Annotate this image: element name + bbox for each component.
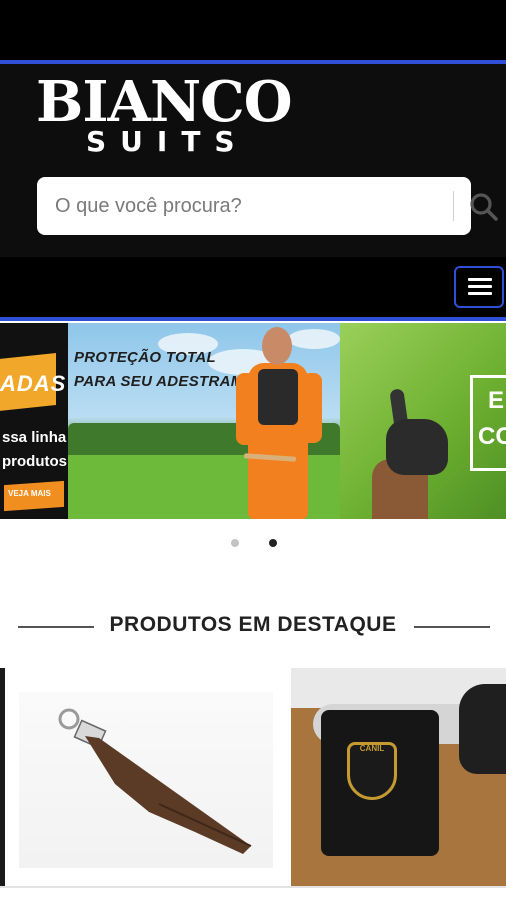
brown-leather-tug-icon — [58, 708, 252, 854]
promo-button-label: VEJA MAIS — [8, 489, 51, 498]
next-slide-text-1: E — [488, 387, 505, 414]
site-header: BIANCO SUITS — [0, 64, 506, 257]
site-logo[interactable]: BIANCO SUITS — [36, 70, 336, 160]
previous-card-edge — [0, 668, 5, 886]
featured-products-carousel[interactable]: CANIL — [0, 668, 506, 900]
product-image — [19, 692, 273, 868]
search-icon — [470, 193, 498, 221]
accent-line-bottom — [0, 317, 506, 321]
product-card[interactable]: CANIL — [291, 668, 506, 886]
harness-badge-text: CANIL — [359, 744, 385, 753]
banner-slide-main[interactable]: PROTEÇÃO TOTAL PARA SEU ADESTRAMENTO — [68, 323, 340, 519]
search-input[interactable] — [55, 177, 435, 235]
trainer-vest — [258, 369, 298, 425]
menu-button[interactable] — [454, 266, 504, 308]
search-divider — [453, 191, 454, 221]
hamburger-menu-icon — [468, 285, 492, 288]
next-slide-text-2: CO — [478, 423, 506, 450]
featured-products-title: PRODUTOS EM DESTAQUE — [109, 613, 397, 636]
carousel-dot-1[interactable] — [231, 539, 239, 547]
banner-caption-line-1: PROTEÇÃO TOTAL — [74, 349, 216, 366]
logo-sub-text: SUITS — [86, 125, 249, 158]
hamburger-menu-icon — [468, 292, 492, 295]
promo-line-1: ssa linha — [2, 429, 67, 446]
section-divider-right — [414, 626, 490, 628]
navbar — [0, 257, 506, 317]
dog-head — [459, 684, 506, 774]
banner-slide-previous[interactable]: ADAS ssa linha produtos VEJA MAIS — [0, 323, 68, 519]
status-bar — [0, 0, 506, 60]
trainer-head — [262, 327, 292, 365]
promo-line-2: produtos — [2, 453, 67, 470]
section-divider-left — [18, 626, 94, 628]
promo-text: ADAS — [0, 371, 67, 396]
hamburger-menu-icon — [468, 278, 492, 281]
card-bottom-border — [0, 886, 506, 888]
search-button[interactable] — [459, 177, 506, 235]
muzzled-dog-head — [386, 419, 448, 475]
search-bar — [37, 177, 498, 235]
cloud-shape — [288, 329, 340, 349]
banner-slide-next[interactable]: E CO — [340, 323, 506, 519]
banner-carousel[interactable]: ADAS ssa linha produtos VEJA MAIS PROTEÇ… — [0, 323, 506, 519]
product-card[interactable] — [7, 668, 283, 886]
carousel-dot-2-active[interactable] — [269, 539, 277, 547]
